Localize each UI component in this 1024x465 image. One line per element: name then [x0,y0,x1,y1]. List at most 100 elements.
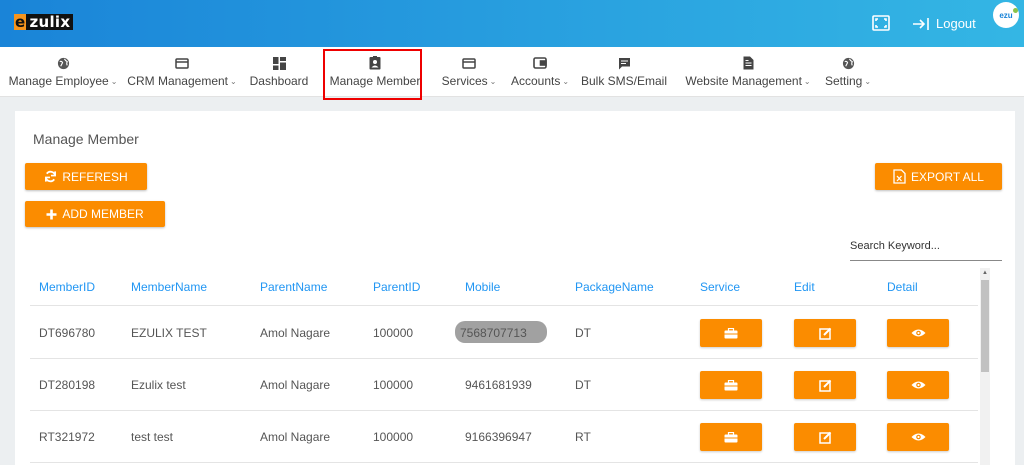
nav-item-services[interactable]: Services ⌄ [441,47,497,97]
nav-item-dashboard[interactable]: Dashboard [250,47,308,97]
cell-parent-id: 100000 [373,430,414,444]
nav-label: Dashboard [249,74,309,88]
document-icon [741,56,755,70]
edit-icon [818,431,831,444]
nav-item-crm-management[interactable]: CRM Management ⌄ [127,47,237,97]
scroll-thumb[interactable] [981,280,989,372]
detail-button[interactable] [887,371,949,399]
logout-button[interactable]: Logout [912,16,976,31]
nav-label: Accounts [510,74,561,88]
briefcase-icon [724,327,738,338]
refresh-label: REFERESH [62,169,128,184]
cell-mobile: 7568707713 [455,321,547,343]
globe-icon [56,56,70,70]
export-all-label: EXPORT ALL [911,169,984,184]
col-member-name[interactable]: MemberName [131,280,207,294]
scroll-up-arrow-icon[interactable]: ▲ [981,269,989,277]
briefcase-icon [724,431,738,442]
nav-label: CRM Management [127,74,229,88]
eye-icon [911,329,925,337]
fullscreen-icon[interactable] [872,15,890,31]
dashboard-icon [272,56,286,70]
avatar[interactable]: ezu [993,2,1019,28]
nav-item-setting[interactable]: Setting ⌄ [825,47,871,97]
eye-icon [911,381,925,389]
service-button[interactable] [700,319,762,347]
cell-member-id: DT696780 [39,326,96,340]
col-package-name[interactable]: PackageName [575,280,654,294]
nav-label: Website Management [685,74,802,88]
chevron-down-icon: ⌄ [803,76,811,86]
excel-file-icon [893,169,906,184]
service-button[interactable] [700,423,762,451]
cell-member-name: Ezulix test [131,378,186,392]
edit-button[interactable] [794,319,856,347]
add-member-label: ADD MEMBER [62,207,144,221]
col-mobile[interactable]: Mobile [465,280,500,294]
table-header: MemberID MemberName ParentName ParentID … [30,266,978,306]
avatar-text: ezu [999,10,1013,20]
logout-icon [913,17,929,30]
chevron-down-icon: ⌄ [230,76,237,86]
detail-button[interactable] [887,319,949,347]
table-row: DT280198 Ezulix test Amol Nagare 100000 … [30,359,978,411]
refresh-icon [45,170,57,183]
chevron-down-icon: ⌄ [562,76,570,86]
service-button[interactable] [700,371,762,399]
nav-label: Manage Employee [8,74,109,88]
col-member-id[interactable]: MemberID [39,280,95,294]
cell-mobile: 9166396947 [465,430,532,444]
logout-label: Logout [936,16,976,31]
edit-icon [818,379,831,392]
cell-parent-name: Amol Nagare [260,430,331,444]
plus-icon [46,209,57,219]
cell-package: DT [575,326,591,340]
eye-icon [911,433,925,441]
chevron-down-icon: ⌄ [864,76,872,86]
export-all-button[interactable]: EXPORT ALL [875,163,1002,190]
wallet-icon [533,56,547,70]
globe-icon [841,56,855,70]
chevron-down-icon: ⌄ [489,76,497,86]
refresh-button[interactable]: REFERESH [25,163,147,190]
mobile-text: 7568707713 [460,326,527,340]
table-scrollbar[interactable]: ▲ [980,268,990,465]
cell-member-id: DT280198 [39,378,96,392]
nav-label: Services [441,74,488,88]
chevron-down-icon: ⌄ [110,76,118,86]
col-service: Service [700,280,741,294]
cell-parent-id: 100000 [373,378,414,392]
search-input[interactable] [850,232,1002,261]
logo-text: zulix [26,14,74,30]
active-nav-highlight [323,49,422,100]
briefcase-icon [724,379,738,390]
logo-mark: e [14,13,27,31]
cell-member-name: test test [131,430,174,444]
nav-item-bulk-sms-email[interactable]: Bulk SMS/Email [581,47,667,97]
edit-button[interactable] [794,423,856,451]
add-member-button[interactable]: ADD MEMBER [25,201,165,227]
col-parent-id[interactable]: ParentID [373,280,420,294]
message-icon [617,56,631,70]
app-logo[interactable]: e zulix [14,13,74,31]
edit-button[interactable] [794,371,856,399]
table-row: DT696780 EZULIX TEST Amol Nagare 100000 … [30,307,978,359]
card-icon [462,56,476,70]
cell-parent-name: Amol Nagare [260,326,331,340]
nav-item-manage-employee[interactable]: Manage Employee ⌄ [8,47,117,97]
nav-label: Setting [824,74,863,88]
cell-parent-name: Amol Nagare [260,378,331,392]
cell-mobile: 9461681939 [465,378,532,392]
edit-icon [818,327,831,340]
col-parent-name[interactable]: ParentName [260,280,327,294]
main-nav: Manage Employee ⌄ CRM Management ⌄ Dashboa… [0,47,1024,97]
card-icon [175,56,189,70]
nav-item-accounts[interactable]: Accounts ⌄ [510,47,570,97]
page-title: Manage Member [33,131,139,147]
cell-package: RT [575,430,591,444]
nav-item-website-management[interactable]: Website Management ⌄ [685,47,811,97]
detail-button[interactable] [887,423,949,451]
cell-member-id: RT321972 [39,430,95,444]
nav-label: Bulk SMS/Email [580,74,668,88]
col-edit: Edit [794,280,815,294]
